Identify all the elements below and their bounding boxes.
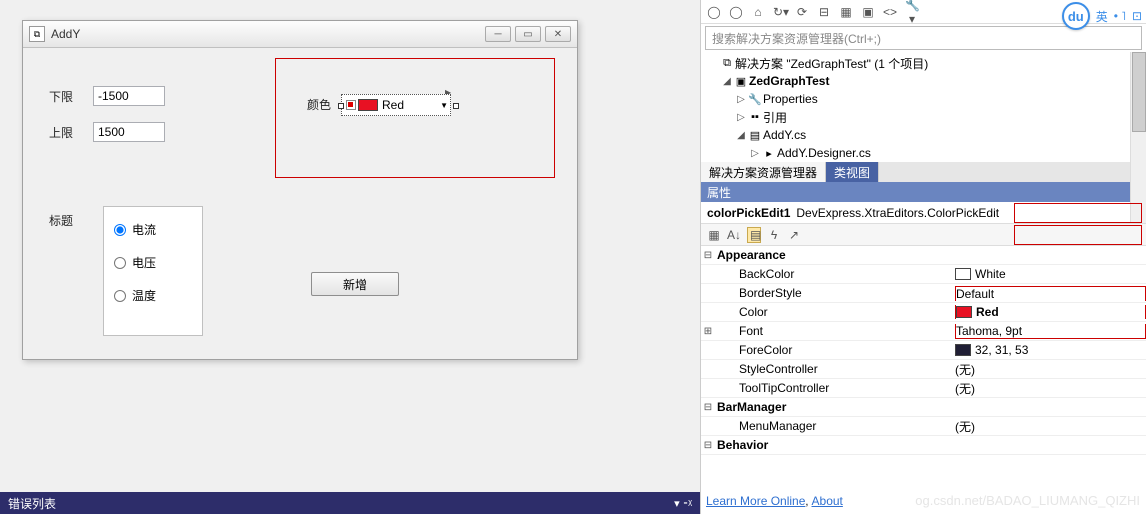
object-highlight: [1014, 203, 1142, 223]
code-icon[interactable]: <>: [883, 5, 897, 19]
home-icon[interactable]: ⌂: [751, 5, 765, 19]
radio-current-input[interactable]: [114, 224, 126, 236]
back-icon[interactable]: ◯: [707, 5, 721, 19]
solution-toolbar: ◯ ◯ ⌂ ↻▾ ⟳ ⊟ ▦ ▣ <> 🔧▾ du 英 • ˥ ⊡: [701, 0, 1146, 24]
property-grid[interactable]: ⊟Appearance BackColorWhite BorderStyleDe…: [701, 246, 1146, 455]
color-auto-icon: [346, 100, 356, 110]
dropdown-icon[interactable]: ▼: [440, 101, 448, 110]
tree-project[interactable]: ZedGraphTest: [749, 74, 829, 88]
tree-references[interactable]: 引用: [763, 109, 787, 126]
prop-stylecontroller[interactable]: StyleController: [715, 362, 955, 376]
alphabetical-icon[interactable]: A↓: [727, 228, 741, 242]
properties-icon[interactable]: ▣: [861, 5, 875, 19]
solution-icon: ⧉: [719, 57, 735, 70]
add-button[interactable]: 新增: [311, 272, 399, 296]
prop-borderstyle[interactable]: BorderStyle: [715, 286, 955, 300]
close-button[interactable]: ✕: [545, 26, 571, 42]
categorized-icon[interactable]: ▦: [707, 228, 721, 242]
tree-solution[interactable]: 解决方案 "ZedGraphTest" (1 个项目): [735, 55, 928, 72]
cat-barmanager[interactable]: BarManager: [715, 400, 955, 414]
references-icon: ▪▪: [747, 111, 763, 123]
prop-backcolor[interactable]: BackColor: [715, 267, 955, 281]
color-value-text: Red: [382, 98, 404, 112]
radio-voltage-input[interactable]: [114, 257, 126, 269]
form-titlebar[interactable]: ⧉ AddY ─ ▭ ✕: [23, 20, 577, 48]
title-radio-group: 电流 电压 温度: [103, 206, 203, 336]
toolbar-highlight: [1014, 225, 1142, 245]
radio-voltage[interactable]: 电压: [114, 254, 192, 271]
color-pick-edit[interactable]: Red ▼: [341, 94, 451, 116]
upper-limit-label: 上限: [49, 124, 73, 141]
badge-box-icon[interactable]: ⊡: [1132, 9, 1142, 23]
wrench-icon[interactable]: 🔧▾: [905, 0, 919, 26]
upper-limit-input[interactable]: [93, 122, 165, 142]
tree-addy-cs[interactable]: AddY.cs: [763, 128, 806, 142]
lower-limit-label: 下限: [49, 88, 73, 105]
prop-tooltipcontroller[interactable]: ToolTipController: [715, 381, 955, 395]
selection-handle[interactable]: [338, 103, 344, 109]
error-list-panel[interactable]: 错误列表 ▾ ⁃ᵡ: [0, 492, 700, 514]
tab-class-view[interactable]: 类视图: [826, 162, 879, 182]
form-window: ⧉ AddY ─ ▭ ✕ 下限 上限 颜色 ▶ Red ▼: [22, 20, 578, 360]
tab-solution-explorer[interactable]: 解决方案资源管理器: [701, 162, 826, 182]
color-swatch-icon: [956, 306, 972, 318]
baidu-badge-icon[interactable]: du: [1062, 2, 1090, 30]
pin-icon[interactable]: ▾ ⁃ᵡ: [674, 497, 692, 510]
wrench-icon: 🔧: [747, 93, 763, 106]
learn-more-link[interactable]: Learn More Online: [706, 494, 805, 508]
prop-menumanager[interactable]: MenuManager: [715, 419, 955, 433]
radio-temperature[interactable]: 温度: [114, 287, 192, 304]
explorer-tabs: 解决方案资源管理器 类视图: [701, 162, 1146, 182]
badge-dots-icon[interactable]: • ˥: [1114, 9, 1126, 23]
properties-panel-header: 属性: [701, 182, 1146, 202]
lower-limit-input[interactable]: [93, 86, 165, 106]
watermark-text: og.csdn.net/BADAO_LIUMANG_QIZHI: [915, 493, 1140, 508]
cs-file-icon: ▸: [761, 147, 777, 160]
right-panel: ◯ ◯ ⌂ ↻▾ ⟳ ⊟ ▦ ▣ <> 🔧▾ du 英 • ˥ ⊡ 搜索解决方案…: [700, 0, 1146, 514]
selection-handle[interactable]: [453, 103, 459, 109]
property-pages-icon[interactable]: ▤: [747, 227, 761, 243]
error-list-title: 错误列表: [8, 495, 56, 512]
collapse-icon[interactable]: ⊟: [817, 5, 831, 19]
show-all-icon[interactable]: ▦: [839, 5, 853, 19]
radio-temperature-input[interactable]: [114, 290, 126, 302]
tree-properties[interactable]: Properties: [763, 92, 818, 106]
forecolor-swatch-icon: [955, 344, 971, 356]
prop-font[interactable]: Font: [715, 324, 955, 338]
radio-current[interactable]: 电流: [114, 221, 192, 238]
project-icon: ▣: [733, 75, 749, 88]
search-placeholder: 搜索解决方案资源管理器(Ctrl+;): [712, 30, 881, 47]
cat-appearance[interactable]: Appearance: [715, 248, 955, 262]
refresh-icon[interactable]: ⟳: [795, 5, 809, 19]
backcolor-swatch-icon: [955, 268, 971, 280]
language-badge[interactable]: 英: [1096, 8, 1108, 25]
sync-icon[interactable]: ↻▾: [773, 5, 787, 19]
footer-links: Learn More Online, About: [706, 494, 843, 508]
color-swatch-icon: [358, 99, 378, 111]
tree-addy-designer[interactable]: AddY.Designer.cs: [777, 146, 871, 160]
form-icon: ⧉: [29, 26, 45, 42]
about-link[interactable]: About: [812, 494, 843, 508]
scrollbar-thumb[interactable]: [1132, 52, 1146, 132]
arrow-icon[interactable]: ↗: [787, 228, 801, 242]
title-label: 标题: [49, 212, 73, 229]
property-toolbar: ▦ A↓ ▤ ϟ ↗: [701, 224, 1146, 246]
minimize-button[interactable]: ─: [485, 26, 511, 42]
prop-color[interactable]: Color: [715, 305, 955, 319]
cat-behavior[interactable]: Behavior: [715, 438, 955, 452]
color-label: 颜色: [307, 96, 331, 113]
form-body[interactable]: 下限 上限 颜色 ▶ Red ▼ 标题 电流 电压 温度: [23, 48, 577, 359]
events-icon[interactable]: ϟ: [767, 228, 781, 242]
forward-icon[interactable]: ◯: [729, 5, 743, 19]
property-object-selector[interactable]: colorPickEdit1 DevExpress.XtraEditors.Co…: [701, 202, 1146, 224]
form-designer-surface: ⧉ AddY ─ ▭ ✕ 下限 上限 颜色 ▶ Red ▼: [0, 0, 700, 514]
solution-tree[interactable]: ⧉解决方案 "ZedGraphTest" (1 个项目) ◢▣ZedGraphT…: [701, 52, 1146, 162]
object-type: DevExpress.XtraEditors.ColorPickEdit: [796, 206, 999, 220]
object-name: colorPickEdit1: [707, 206, 790, 220]
form-title: AddY: [51, 27, 485, 41]
color-section-highlight: [275, 58, 555, 178]
maximize-button[interactable]: ▭: [515, 26, 541, 42]
prop-forecolor[interactable]: ForeColor: [715, 343, 955, 357]
form-file-icon: ▤: [747, 129, 763, 142]
